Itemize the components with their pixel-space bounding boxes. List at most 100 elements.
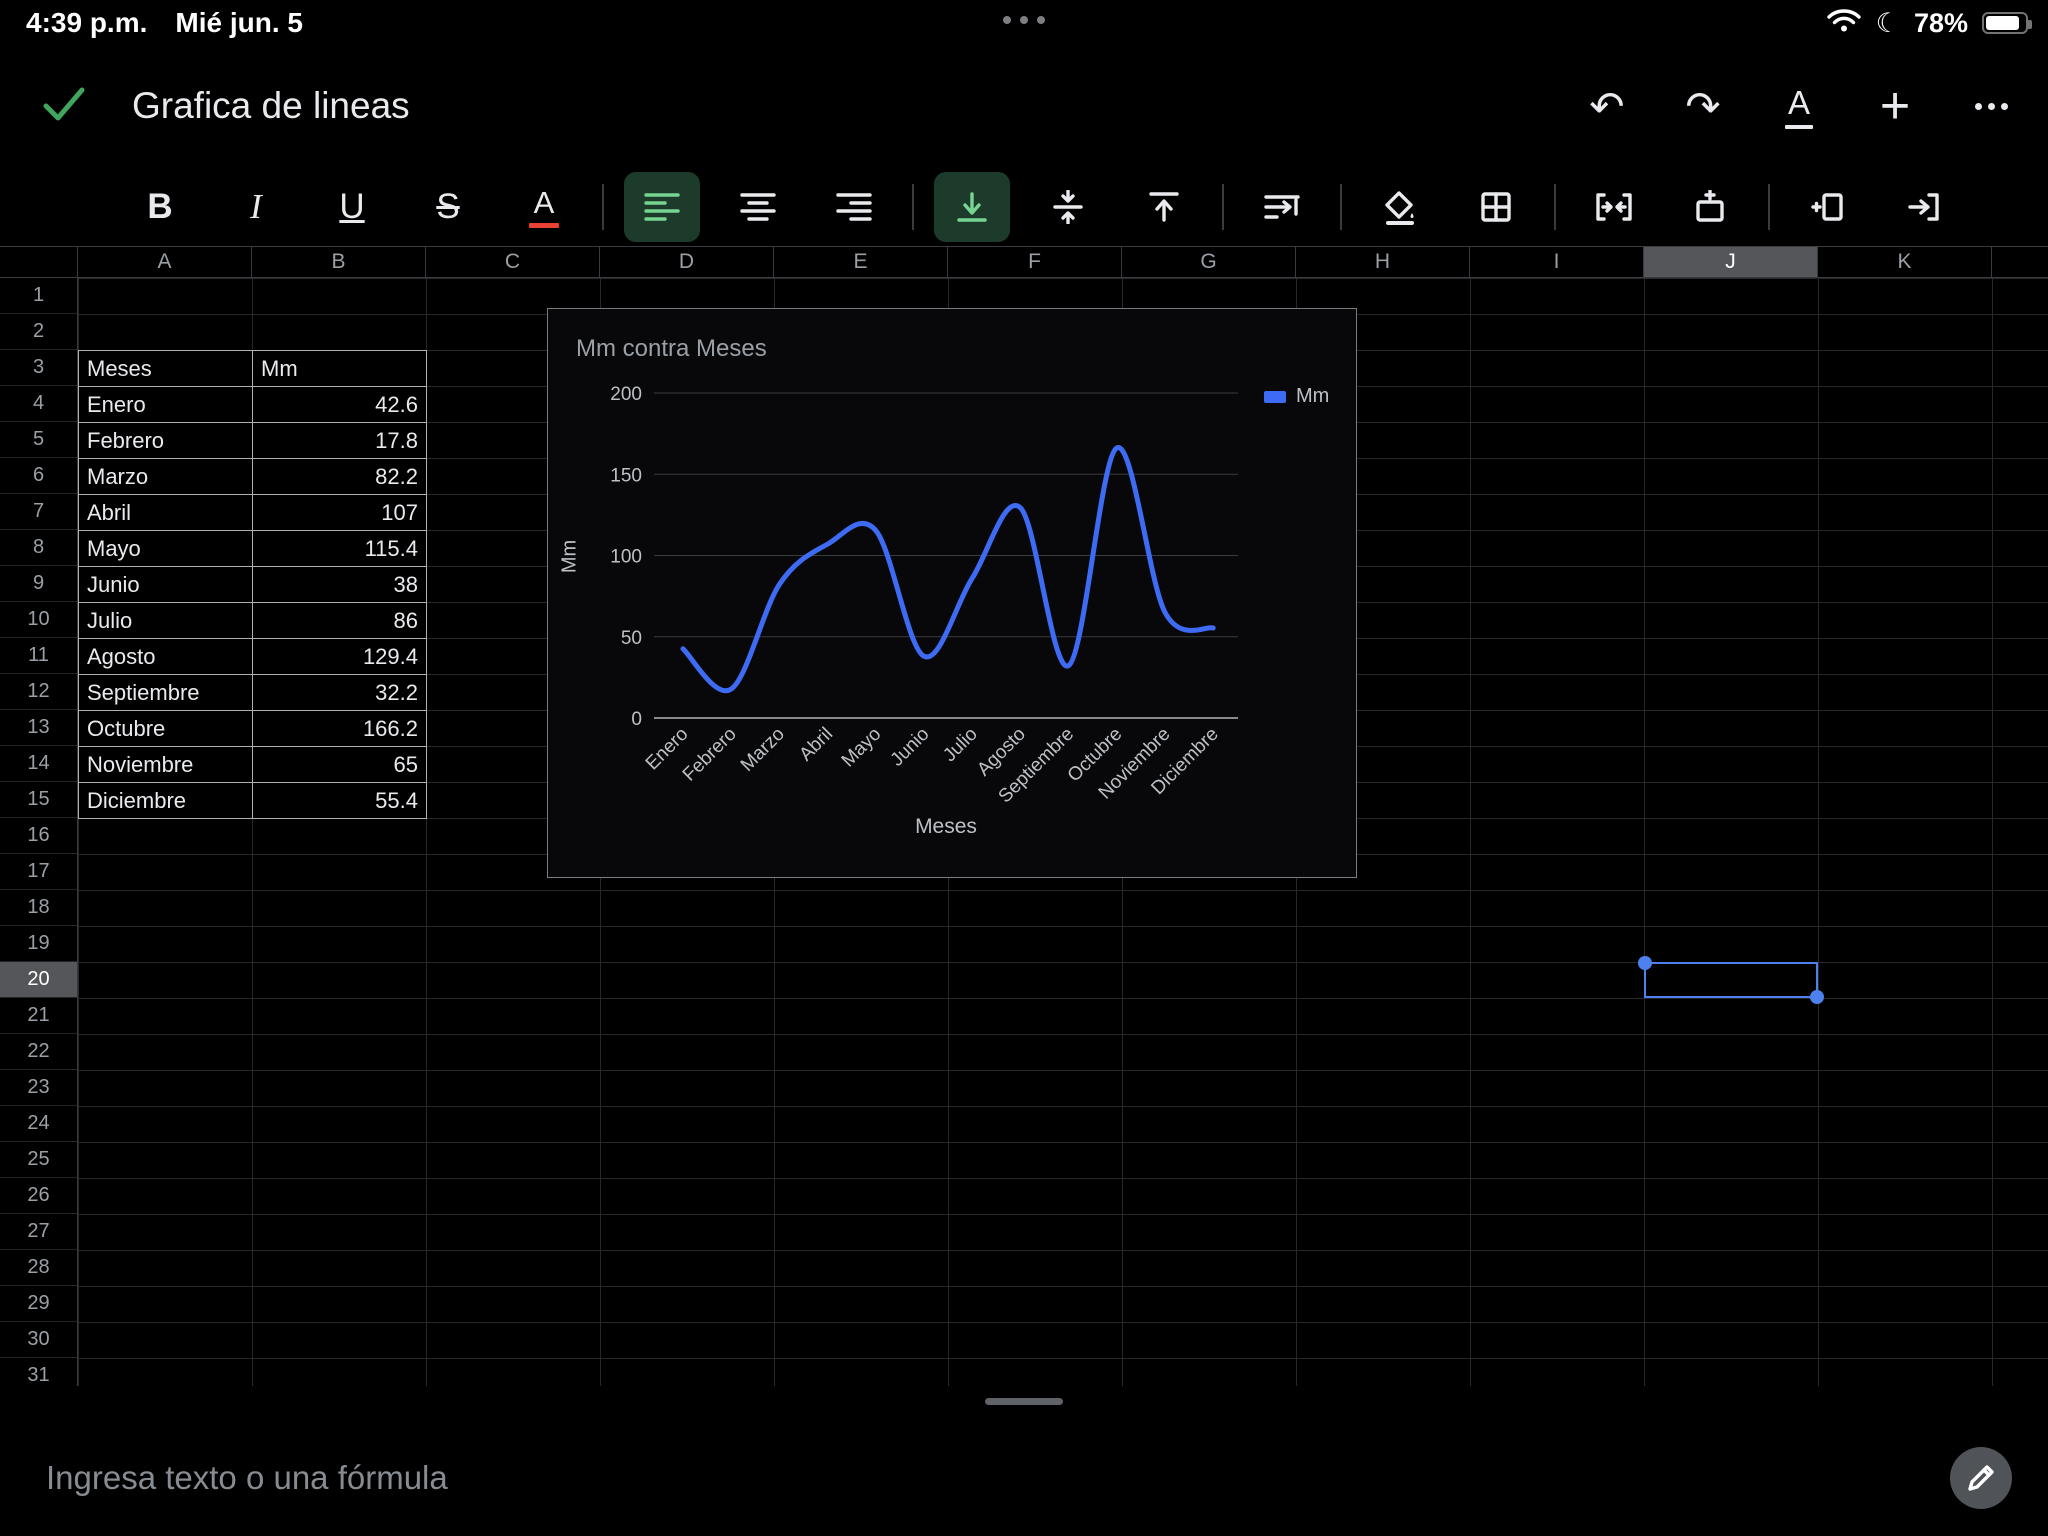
row-header-5[interactable]: 5 — [0, 422, 77, 458]
done-check-icon[interactable] — [40, 81, 88, 132]
row-header-13[interactable]: 13 — [0, 710, 77, 746]
row-header-24[interactable]: 24 — [0, 1106, 77, 1142]
column-header-C[interactable]: C — [426, 247, 600, 277]
cell-value[interactable]: 38 — [253, 567, 427, 603]
sheet-corner[interactable] — [0, 246, 78, 278]
strikethrough-button[interactable]: S — [410, 172, 486, 242]
row-header-15[interactable]: 15 — [0, 782, 77, 818]
selection-handle-bottom-right[interactable] — [1810, 990, 1824, 1004]
column-header-K[interactable]: K — [1818, 247, 1992, 277]
cell-label[interactable]: Octubre — [79, 711, 253, 747]
cell-label[interactable]: Septiembre — [79, 675, 253, 711]
cell-label[interactable]: Julio — [79, 603, 253, 639]
cell-value[interactable]: 82.2 — [253, 459, 427, 495]
cell-label[interactable]: Abril — [79, 495, 253, 531]
format-button[interactable]: A — [1764, 71, 1834, 141]
row-header-16[interactable]: 16 — [0, 818, 77, 854]
cell-value[interactable]: 86 — [253, 603, 427, 639]
row-header-9[interactable]: 9 — [0, 566, 77, 602]
column-header-J[interactable]: J — [1644, 247, 1818, 277]
row-header-29[interactable]: 29 — [0, 1286, 77, 1322]
cell-value[interactable]: Mm — [253, 351, 427, 387]
document-title[interactable]: Grafica de lineas — [132, 85, 410, 127]
row-header-10[interactable]: 10 — [0, 602, 77, 638]
cell-value[interactable]: 129.4 — [253, 639, 427, 675]
cell-label[interactable]: Junio — [79, 567, 253, 603]
cell-label[interactable]: Enero — [79, 387, 253, 423]
cell-label[interactable]: Mayo — [79, 531, 253, 567]
formula-input-placeholder[interactable]: Ingresa texto o una fórmula — [46, 1459, 448, 1497]
row-header-8[interactable]: 8 — [0, 530, 77, 566]
row-header-6[interactable]: 6 — [0, 458, 77, 494]
cell-label[interactable]: Meses — [79, 351, 253, 387]
row-header-31[interactable]: 31 — [0, 1358, 77, 1386]
cell-value[interactable]: 115.4 — [253, 531, 427, 567]
insert-column-right-button[interactable] — [1886, 172, 1962, 242]
row-header-1[interactable]: 1 — [0, 278, 77, 314]
cell-label[interactable]: Diciembre — [79, 783, 253, 819]
cell-value[interactable]: 42.6 — [253, 387, 427, 423]
row-header-17[interactable]: 17 — [0, 854, 77, 890]
row-header-12[interactable]: 12 — [0, 674, 77, 710]
row-header-30[interactable]: 30 — [0, 1322, 77, 1358]
cell-value[interactable]: 55.4 — [253, 783, 427, 819]
bold-button[interactable]: B — [122, 172, 198, 242]
selection-handle-top-left[interactable] — [1638, 956, 1652, 970]
row-header-4[interactable]: 4 — [0, 386, 77, 422]
cell-label[interactable]: Marzo — [79, 459, 253, 495]
row-header-3[interactable]: 3 — [0, 350, 77, 386]
text-color-button[interactable]: A — [506, 172, 582, 242]
align-center-button[interactable] — [720, 172, 796, 242]
row-header-7[interactable]: 7 — [0, 494, 77, 530]
edit-pencil-button[interactable] — [1950, 1447, 2012, 1509]
valign-middle-button[interactable] — [1030, 172, 1106, 242]
column-header-A[interactable]: A — [78, 247, 252, 277]
row-header-21[interactable]: 21 — [0, 998, 77, 1034]
row-header-25[interactable]: 25 — [0, 1142, 77, 1178]
cell-value[interactable]: 32.2 — [253, 675, 427, 711]
borders-button[interactable] — [1458, 172, 1534, 242]
valign-top-button[interactable] — [1126, 172, 1202, 242]
row-header-26[interactable]: 26 — [0, 1178, 77, 1214]
text-wrap-button[interactable] — [1244, 172, 1320, 242]
row-header-19[interactable]: 19 — [0, 926, 77, 962]
row-header-2[interactable]: 2 — [0, 314, 77, 350]
drag-handle[interactable] — [985, 1398, 1063, 1405]
merge-cells-button[interactable] — [1576, 172, 1652, 242]
embedded-chart[interactable]: Mm contra Meses Mm Mm Meses 050100150200… — [547, 308, 1357, 878]
align-left-button[interactable] — [624, 172, 700, 242]
row-header-18[interactable]: 18 — [0, 890, 77, 926]
valign-bottom-button[interactable] — [934, 172, 1010, 242]
cell-value[interactable]: 65 — [253, 747, 427, 783]
undo-button[interactable]: ↶ — [1572, 71, 1642, 141]
multitasking-pill-icon[interactable] — [0, 16, 2048, 24]
column-header-F[interactable]: F — [948, 247, 1122, 277]
underline-button[interactable]: U — [314, 172, 390, 242]
column-header-B[interactable]: B — [252, 247, 426, 277]
more-options-button[interactable] — [1956, 71, 2026, 141]
cell-label[interactable]: Agosto — [79, 639, 253, 675]
column-header-I[interactable]: I — [1470, 247, 1644, 277]
selected-cell-J20[interactable] — [1644, 962, 1818, 998]
align-right-button[interactable] — [816, 172, 892, 242]
row-header-28[interactable]: 28 — [0, 1250, 77, 1286]
column-header-D[interactable]: D — [600, 247, 774, 277]
column-header-H[interactable]: H — [1296, 247, 1470, 277]
italic-button[interactable]: I — [218, 172, 294, 242]
row-header-22[interactable]: 22 — [0, 1034, 77, 1070]
row-header-27[interactable]: 27 — [0, 1214, 77, 1250]
fill-color-button[interactable] — [1362, 172, 1438, 242]
cell-value[interactable]: 107 — [253, 495, 427, 531]
row-header-14[interactable]: 14 — [0, 746, 77, 782]
row-header-20[interactable]: 20 — [0, 962, 77, 998]
insert-column-left-button[interactable] — [1790, 172, 1866, 242]
row-header-23[interactable]: 23 — [0, 1070, 77, 1106]
column-header-E[interactable]: E — [774, 247, 948, 277]
insert-row-button[interactable] — [1672, 172, 1748, 242]
redo-button[interactable]: ↷ — [1668, 71, 1738, 141]
cell-value[interactable]: 166.2 — [253, 711, 427, 747]
cell-value[interactable]: 17.8 — [253, 423, 427, 459]
row-header-11[interactable]: 11 — [0, 638, 77, 674]
formula-bar[interactable]: Ingresa texto o una fórmula — [0, 1420, 2048, 1536]
cell-label[interactable]: Febrero — [79, 423, 253, 459]
